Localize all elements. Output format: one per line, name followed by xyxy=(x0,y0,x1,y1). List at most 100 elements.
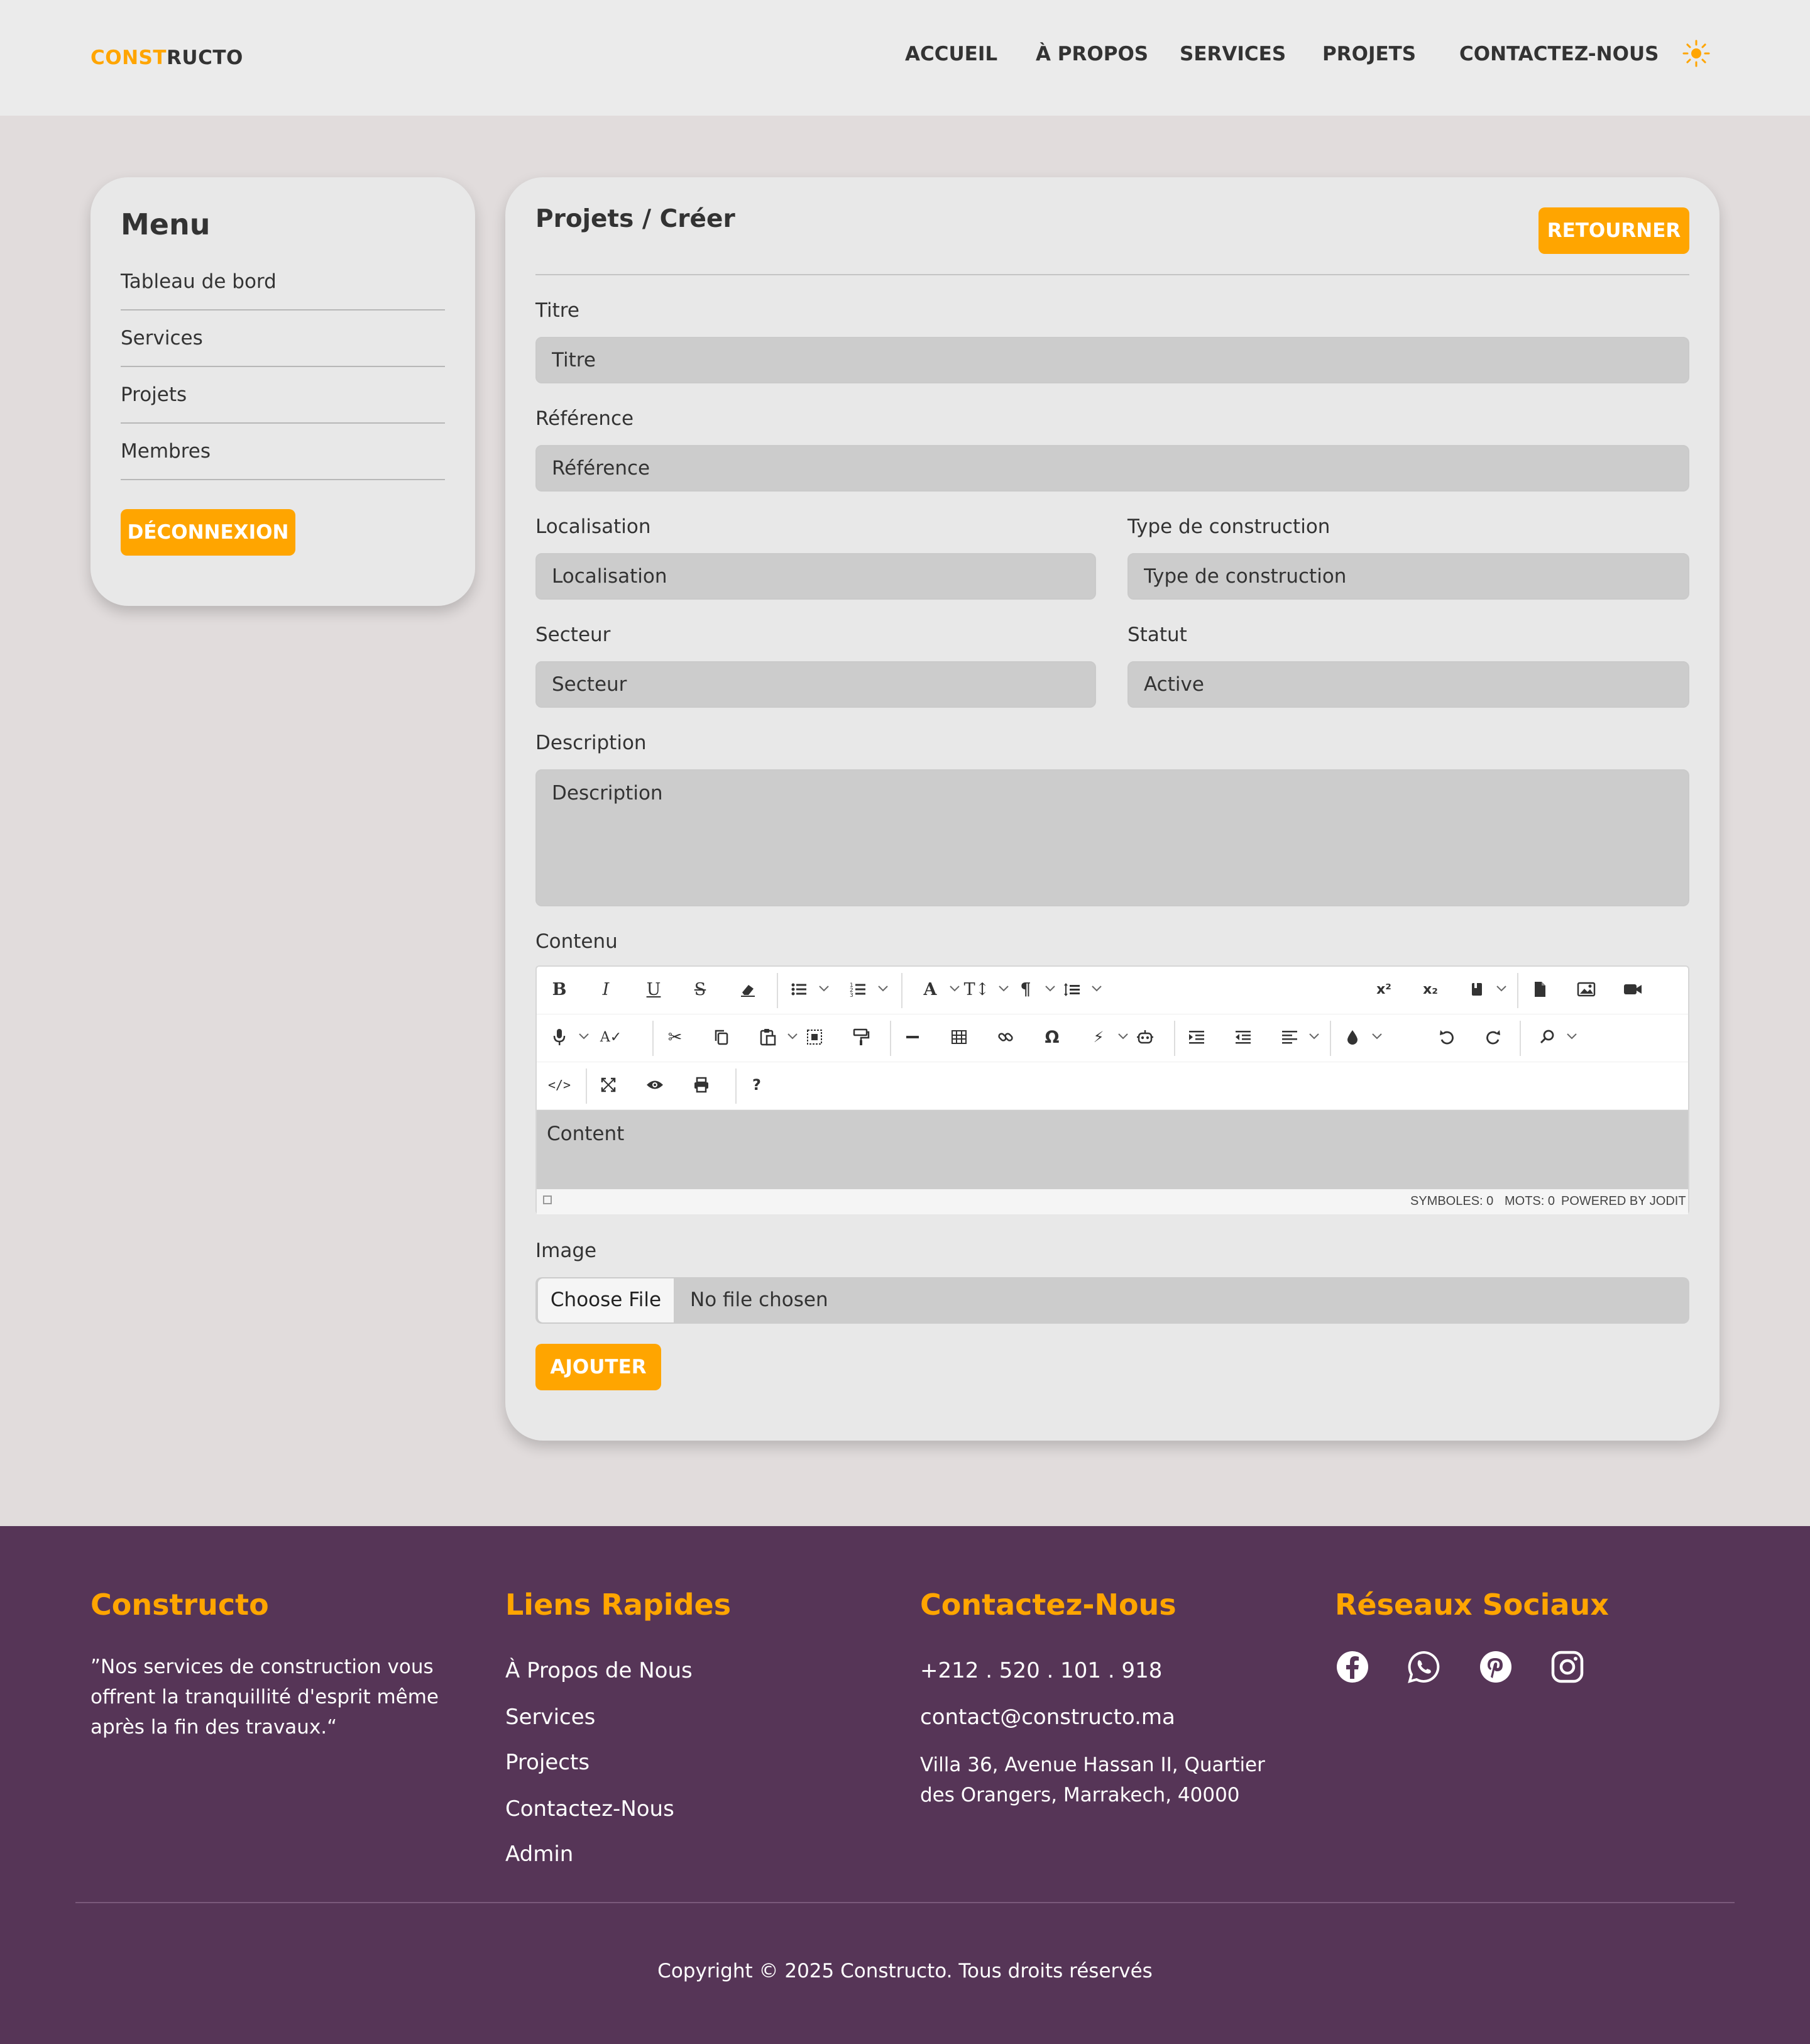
titre-input[interactable] xyxy=(535,337,1689,383)
search-icon[interactable] xyxy=(1533,1023,1561,1051)
color-drop-icon[interactable] xyxy=(1339,1023,1366,1051)
type-construction-input[interactable] xyxy=(1127,553,1689,600)
footer-brand-quote: ”Nos services de construction vous offre… xyxy=(90,1656,439,1739)
editor-content-area[interactable]: Content xyxy=(537,1110,1688,1189)
chevron-down-icon[interactable] xyxy=(876,982,890,996)
fullscreen-icon[interactable] xyxy=(595,1071,622,1099)
spellcheck-icon[interactable]: A✓ xyxy=(597,1023,625,1051)
outdent-icon[interactable] xyxy=(1229,1023,1257,1051)
sidebar-item-membres[interactable]: Membres xyxy=(121,424,445,480)
symbol-omega-icon[interactable]: Ω xyxy=(1038,1023,1066,1051)
horizontal-line-icon[interactable] xyxy=(899,1023,926,1051)
logout-button[interactable]: DÉCONNEXION xyxy=(121,509,295,556)
table-icon[interactable] xyxy=(945,1023,973,1051)
sidebar-item-projets[interactable]: Projets xyxy=(121,367,445,424)
whatsapp-icon[interactable] xyxy=(1407,1649,1442,1684)
choose-file-button[interactable]: Choose File xyxy=(538,1278,674,1322)
link-icon[interactable] xyxy=(992,1023,1019,1051)
image-icon[interactable] xyxy=(1572,975,1600,1003)
sidebar-item-dashboard[interactable]: Tableau de bord xyxy=(121,254,445,310)
chevron-down-icon[interactable] xyxy=(1495,982,1508,996)
chevron-down-icon[interactable] xyxy=(1043,982,1057,996)
status-powered-by[interactable]: POWERED BY JODIT xyxy=(1561,1194,1686,1209)
footer-link-projects[interactable]: Projects xyxy=(505,1750,590,1775)
indent-icon[interactable] xyxy=(1183,1023,1210,1051)
description-textarea[interactable] xyxy=(535,769,1689,906)
image-file-input[interactable]: Choose File No file chosen xyxy=(535,1277,1689,1324)
chevron-down-icon[interactable] xyxy=(577,1030,591,1043)
toolbar-separator xyxy=(1520,1021,1521,1056)
italic-icon[interactable]: I xyxy=(592,975,620,1003)
underline-icon[interactable]: U xyxy=(640,975,667,1003)
pinterest-icon[interactable] xyxy=(1478,1649,1513,1684)
sidebar-item-services[interactable]: Services xyxy=(121,310,445,367)
instagram-icon[interactable] xyxy=(1550,1649,1585,1684)
footer-link-admin[interactable]: Admin xyxy=(505,1842,573,1867)
footer-email[interactable]: contact@constructo.ma xyxy=(920,1705,1175,1730)
eye-icon[interactable] xyxy=(641,1071,669,1099)
print-icon[interactable] xyxy=(688,1071,715,1099)
video-icon[interactable] xyxy=(1619,975,1647,1003)
chevron-down-icon[interactable] xyxy=(997,982,1011,996)
magic-wand-icon[interactable]: ⚡ xyxy=(1085,1023,1112,1051)
nav-projets[interactable]: PROJETS xyxy=(1322,43,1416,65)
document-icon[interactable] xyxy=(1526,975,1554,1003)
nav-contactez-nous[interactable]: CONTACTEZ-NOUS xyxy=(1459,43,1659,65)
logo[interactable]: CONSTRUCTO xyxy=(90,47,243,69)
nav-services[interactable]: SERVICES xyxy=(1180,43,1286,65)
chevron-down-icon[interactable] xyxy=(817,982,831,996)
chevron-down-icon[interactable] xyxy=(786,1030,799,1043)
localisation-input[interactable] xyxy=(535,553,1096,600)
font-size-icon[interactable]: T↕ xyxy=(963,975,990,1003)
statut-input[interactable] xyxy=(1127,661,1689,708)
redo-icon[interactable] xyxy=(1479,1023,1507,1051)
nav-accueil[interactable]: ACCUEIL xyxy=(905,43,997,65)
chevron-down-icon[interactable] xyxy=(1307,1030,1321,1043)
contenu-label: Contenu xyxy=(535,930,618,953)
select-all-icon[interactable] xyxy=(801,1023,828,1051)
project-create-card: Projets / Créer RETOURNER Titre Référenc… xyxy=(505,177,1720,1441)
file-icon[interactable] xyxy=(1463,975,1491,1003)
chevron-down-icon[interactable] xyxy=(1370,1030,1384,1043)
format-painter-icon[interactable] xyxy=(847,1023,875,1051)
chevron-down-icon[interactable] xyxy=(948,982,962,996)
back-button[interactable]: RETOURNER xyxy=(1538,207,1689,254)
superscript-icon[interactable]: x² xyxy=(1370,975,1398,1003)
footer-link-contact[interactable]: Contactez-Nous xyxy=(505,1796,674,1821)
chevron-down-icon[interactable] xyxy=(1090,982,1104,996)
footer-link-services[interactable]: Services xyxy=(505,1705,595,1730)
logo-part-accent: CONST xyxy=(90,47,167,69)
align-left-icon[interactable] xyxy=(1276,1023,1303,1051)
microphone-icon[interactable] xyxy=(546,1023,573,1051)
line-height-icon[interactable] xyxy=(1058,975,1086,1003)
help-icon[interactable]: ? xyxy=(743,1071,771,1099)
footer-link-a-propos[interactable]: À Propos de Nous xyxy=(505,1658,693,1683)
sun-icon[interactable] xyxy=(1682,39,1711,68)
undo-icon[interactable] xyxy=(1433,1023,1461,1051)
status-words: MOTS: 0 xyxy=(1505,1194,1555,1208)
chevron-down-icon[interactable] xyxy=(1565,1030,1579,1043)
chevron-down-icon[interactable] xyxy=(1116,1030,1130,1043)
eraser-icon[interactable] xyxy=(734,975,762,1003)
footer-phone[interactable]: +212 . 520 . 101 . 918 xyxy=(920,1658,1162,1683)
font-icon[interactable]: A xyxy=(916,975,944,1003)
resize-handle-icon[interactable] xyxy=(543,1195,552,1204)
paste-icon[interactable] xyxy=(754,1023,782,1051)
bold-icon[interactable]: B xyxy=(546,975,573,1003)
nav-a-propos[interactable]: À PROPOS xyxy=(1036,43,1148,65)
robot-icon[interactable] xyxy=(1131,1023,1159,1051)
reference-input[interactable] xyxy=(535,445,1689,492)
numbered-list-icon[interactable]: 123 xyxy=(845,975,872,1003)
facebook-icon[interactable] xyxy=(1335,1649,1370,1684)
secteur-input[interactable] xyxy=(535,661,1096,708)
scissors-icon[interactable]: ✂ xyxy=(661,1023,689,1051)
paragraph-icon[interactable]: ¶ xyxy=(1012,975,1039,1003)
reference-label: Référence xyxy=(535,407,634,430)
submit-button[interactable]: AJOUTER xyxy=(535,1344,661,1390)
bullet-list-icon[interactable] xyxy=(786,975,813,1003)
source-code-icon[interactable]: </> xyxy=(546,1071,573,1099)
strikethrough-icon[interactable]: S xyxy=(686,975,714,1003)
subscript-icon[interactable]: x₂ xyxy=(1417,975,1444,1003)
copy-icon[interactable] xyxy=(708,1023,735,1051)
secteur-label: Secteur xyxy=(535,624,611,646)
